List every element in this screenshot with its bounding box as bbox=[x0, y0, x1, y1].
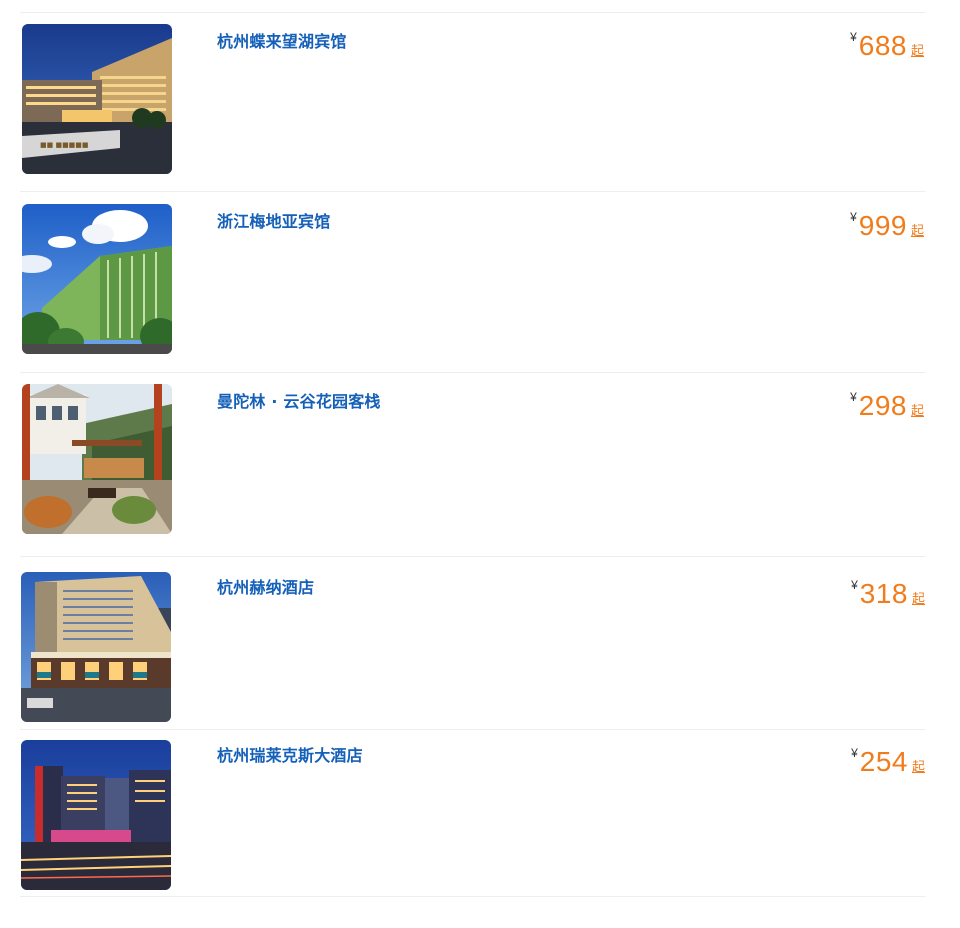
divider bbox=[20, 372, 925, 373]
hotel-price: ¥298 起 bbox=[850, 390, 924, 422]
hotel-price: ¥999 起 bbox=[850, 210, 924, 242]
price-from-label: 起 bbox=[910, 43, 924, 58]
hotel-name-link[interactable]: 浙江梅地亚宾馆 bbox=[217, 208, 330, 232]
divider bbox=[20, 729, 925, 730]
hotel-name-link[interactable]: 曼陀林 · 云谷花园客栈 bbox=[217, 388, 381, 412]
hotel-name-link[interactable]: 杭州蝶来望湖宾馆 bbox=[217, 28, 347, 52]
price-from-label: 起 bbox=[910, 223, 924, 238]
divider bbox=[20, 191, 925, 192]
divider bbox=[20, 12, 925, 13]
hotel-photo-image: ■■ ■■■■■ bbox=[22, 24, 172, 174]
price-amount: 298 bbox=[858, 390, 907, 421]
hotel-photo-image bbox=[21, 572, 171, 722]
hotel-thumbnail[interactable] bbox=[22, 204, 172, 354]
hotel-thumbnail[interactable] bbox=[21, 572, 171, 722]
price-from-label: 起 bbox=[910, 403, 924, 418]
currency-symbol: ¥ bbox=[851, 746, 858, 760]
hotel-price: ¥254 起 bbox=[851, 746, 925, 778]
currency-symbol: ¥ bbox=[851, 578, 858, 592]
hotel-thumbnail[interactable] bbox=[22, 384, 172, 534]
hotel-price: ¥318 起 bbox=[851, 578, 925, 610]
price-amount: 254 bbox=[859, 746, 908, 777]
hotel-thumbnail[interactable] bbox=[21, 740, 171, 890]
divider bbox=[20, 556, 925, 557]
hotel-photo-image bbox=[21, 740, 171, 890]
price-amount: 318 bbox=[859, 578, 908, 609]
hotel-name-link[interactable]: 杭州瑞莱克斯大酒店 bbox=[217, 742, 363, 766]
hotel-price: ¥688 起 bbox=[850, 30, 924, 62]
price-from-label: 起 bbox=[911, 759, 925, 774]
divider bbox=[20, 896, 925, 897]
hotel-photo-image bbox=[22, 384, 172, 534]
currency-symbol: ¥ bbox=[850, 390, 857, 404]
hotel-photo-image bbox=[22, 204, 172, 354]
price-from-label: 起 bbox=[911, 591, 925, 606]
price-amount: 688 bbox=[858, 30, 907, 61]
hotel-thumbnail[interactable]: ■■ ■■■■■ bbox=[22, 24, 172, 174]
hotel-name-link[interactable]: 杭州赫纳酒店 bbox=[217, 574, 314, 598]
currency-symbol: ¥ bbox=[850, 30, 857, 44]
svg-text:■■ ■■■■■: ■■ ■■■■■ bbox=[40, 141, 89, 149]
hotel-list: ■■ ■■■■■ 杭州蝶来望湖宾馆 ¥688 起 浙江梅地亚宾馆 ¥999 起 … bbox=[0, 0, 960, 928]
currency-symbol: ¥ bbox=[850, 210, 857, 224]
price-amount: 999 bbox=[858, 210, 907, 241]
